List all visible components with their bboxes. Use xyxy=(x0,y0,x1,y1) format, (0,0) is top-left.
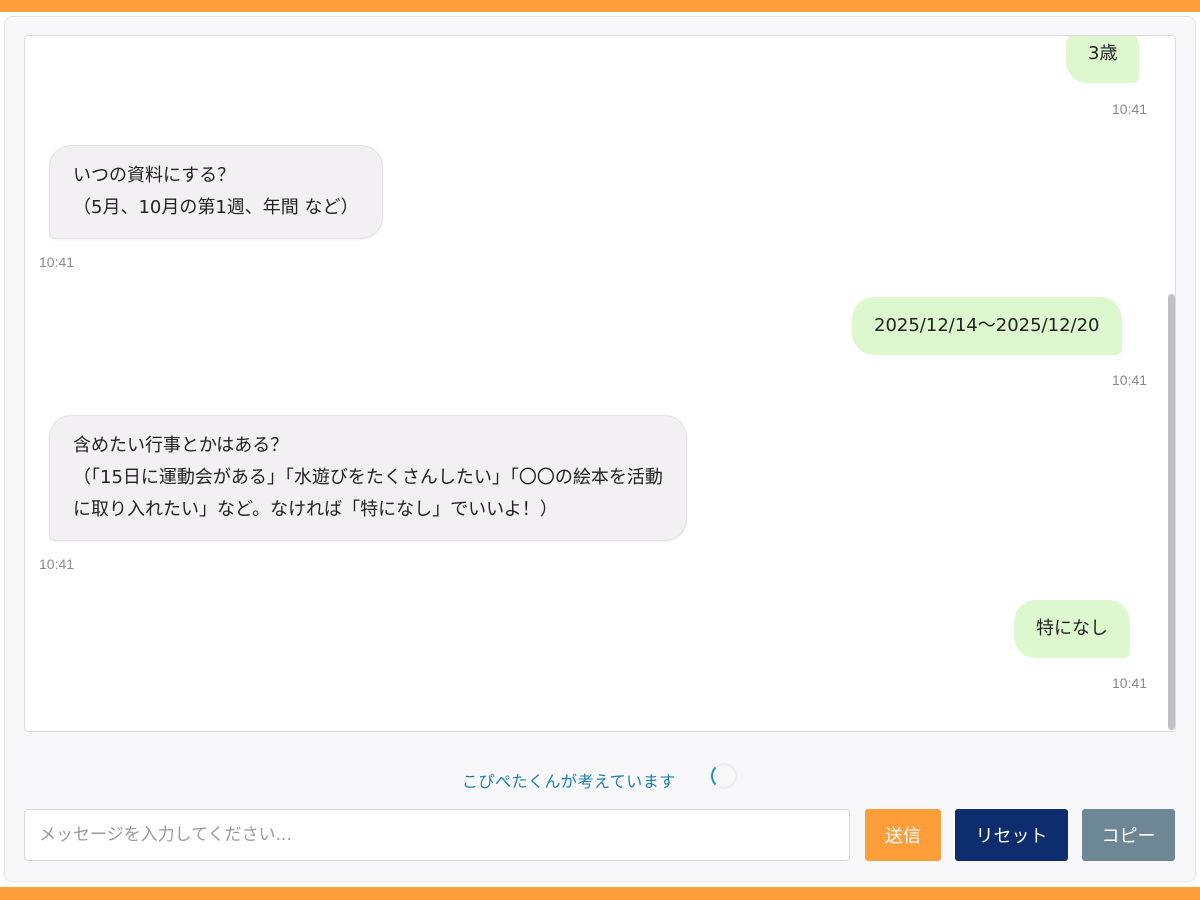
reset-button[interactable]: リセット xyxy=(955,809,1068,861)
message-text: 2025/12/14〜2025/12/20 xyxy=(874,315,1100,336)
message-timestamp: 10:41 xyxy=(1112,675,1148,691)
message-input[interactable] xyxy=(24,809,850,861)
message-timestamp: 10:41 xyxy=(1112,372,1148,388)
message-line: （｢15日に運動会がある｣「水遊びをたくさんしたい」「〇〇の絵本を活動 xyxy=(73,467,663,488)
send-button[interactable]: 送信 xyxy=(865,809,941,861)
bot-message-bubble: 含めたい行事とかはある？ （｢15日に運動会がある｣「水遊びをたくさんしたい」「… xyxy=(49,415,687,541)
chat-scrollbar-thumb[interactable] xyxy=(1168,294,1175,730)
bottom-accent-bar xyxy=(0,887,1200,900)
message-line: （5月、10月の第1週、年間 など） xyxy=(73,197,359,218)
user-message-bubble: 3歳 xyxy=(1066,36,1140,83)
bot-message-bubble: いつの資料にする？ （5月、10月の第1週、年間 など） xyxy=(49,145,383,239)
copy-button[interactable]: コピー xyxy=(1082,809,1175,861)
top-accent-bar xyxy=(0,0,1200,12)
message-timestamp: 10:41 xyxy=(39,254,75,270)
message-text: 3歳 xyxy=(1088,43,1118,64)
chat-history-panel[interactable]: 3歳 10:41 いつの資料にする？ （5月、10月の第1週、年間 など） 10… xyxy=(24,35,1176,732)
message-timestamp: 10:41 xyxy=(1112,101,1148,117)
message-timestamp: 10:41 xyxy=(39,556,75,572)
loading-spinner-icon xyxy=(711,763,737,789)
user-message-bubble: 2025/12/14〜2025/12/20 xyxy=(852,297,1122,355)
thinking-status-text: こぴぺたくんが考えています xyxy=(462,772,676,791)
message-text: 特になし xyxy=(1036,618,1108,639)
user-message-bubble: 特になし xyxy=(1014,600,1130,658)
message-line: いつの資料にする？ xyxy=(73,165,236,186)
message-line: 含めたい行事とかはある？ xyxy=(73,435,289,456)
message-line: に取り入れたい」など。なければ「特になし」でいいよ！） xyxy=(73,499,558,520)
